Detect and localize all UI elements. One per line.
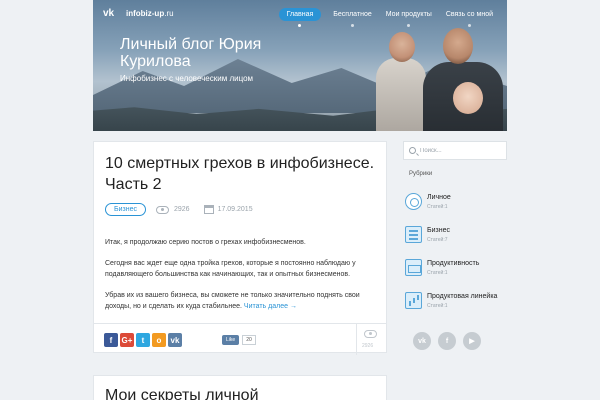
category-item-personal[interactable]: Личное Статей:1 xyxy=(405,193,515,217)
like-button[interactable]: Like xyxy=(222,335,240,345)
post-title[interactable]: 10 смертных грехов в инфобизнесе. Часть … xyxy=(105,153,385,195)
excerpt-paragraph-1: Итак, я продолжаю серию постов о грехах … xyxy=(105,239,306,246)
photo-baby xyxy=(453,82,483,114)
nav-item-home[interactable]: Главная xyxy=(278,8,322,27)
category-count: Статей:1 xyxy=(427,270,448,276)
vk-social-button[interactable]: vk xyxy=(413,332,431,350)
nav-item-contact[interactable]: Связь со мной xyxy=(445,11,493,27)
site-name-main: infobiz-up xyxy=(126,9,165,18)
nav-item-products[interactable]: Мои продукты xyxy=(385,11,432,27)
category-text: Продуктовая линейка Статей:1 xyxy=(427,293,497,309)
category-text: Личное Статей:1 xyxy=(427,194,451,210)
google-plus-share-button[interactable]: G+ xyxy=(120,333,134,347)
site-name-suffix: .ru xyxy=(164,9,174,18)
odnoklassniki-icon: о xyxy=(156,335,162,345)
facebook-share-button[interactable]: f xyxy=(104,333,118,347)
post-card: 10 смертных грехов в инфобизнесе. Часть … xyxy=(93,141,387,355)
nav-item-free[interactable]: Бесплатное xyxy=(333,11,372,27)
hero-header: vk infobiz-up.ru Главная Бесплатное Мои … xyxy=(93,0,507,131)
vk-logo-icon[interactable]: vk xyxy=(103,8,114,19)
youtube-icon: ▶ xyxy=(469,338,475,345)
post-date: 17.09.2015 xyxy=(217,206,253,213)
excerpt-paragraph-3-text: Убрав их из вашего бизнеса, вы сможете н… xyxy=(105,292,360,310)
post-meta: Бизнес 2926 17.09.2015 xyxy=(105,203,253,216)
twitter-share-button[interactable]: t xyxy=(136,333,150,347)
vk-icon: vk xyxy=(170,335,180,345)
post-title-2[interactable]: Мои секреты личной xyxy=(105,387,259,400)
search-icon xyxy=(409,147,416,154)
business-category-icon xyxy=(405,226,422,243)
photo-woman-head xyxy=(389,32,415,62)
category-name: Бизнес xyxy=(427,227,450,234)
views-icon xyxy=(155,205,169,214)
post-card-2: Мои секреты личной xyxy=(93,375,387,400)
excerpt-paragraph-2: Сегодня вас ждет еще одна тройка грехов,… xyxy=(105,260,356,278)
post-excerpt: Итак, я продолжаю серию постов о грехах … xyxy=(105,237,375,322)
nav-item-products-label: Мои продукты xyxy=(385,11,432,18)
category-text: Продуктивность Статей:1 xyxy=(427,260,479,276)
footer-divider xyxy=(356,324,357,355)
facebook-icon: f xyxy=(109,335,113,345)
twitter-icon: t xyxy=(141,335,145,345)
blog-subtitle: Инфобизнес с человеческим лицом xyxy=(120,74,254,83)
vk-share-button[interactable]: vk xyxy=(168,333,182,347)
product-line-category-icon xyxy=(405,292,422,309)
facebook-social-button[interactable]: f xyxy=(438,332,456,350)
productivity-category-icon xyxy=(405,259,422,276)
read-more-link[interactable]: Читать далее → xyxy=(244,303,297,310)
category-item-product-line[interactable]: Продуктовая линейка Статей:1 xyxy=(405,292,515,316)
top-navigation-bar: vk infobiz-up.ru Главная Бесплатное Мои … xyxy=(93,0,507,28)
search-input[interactable] xyxy=(420,145,504,157)
personal-category-icon xyxy=(405,193,422,210)
category-tag[interactable]: Бизнес xyxy=(105,203,146,216)
youtube-social-button[interactable]: ▶ xyxy=(463,332,481,350)
nav-dot-icon xyxy=(467,24,471,27)
vk-like-widget[interactable]: Like 20 xyxy=(222,335,256,345)
google-plus-icon: G+ xyxy=(121,335,133,345)
category-text: Бизнес Статей:7 xyxy=(427,227,450,243)
category-item-productivity[interactable]: Продуктивность Статей:1 xyxy=(405,259,515,283)
nav-dot-icon xyxy=(407,24,411,27)
eye-icon xyxy=(364,330,377,338)
category-count: Статей:7 xyxy=(427,237,448,243)
facebook-icon: f xyxy=(445,337,449,345)
category-name: Личное xyxy=(427,194,451,201)
post-footer: f G+ t о vk Like 20 2926 xyxy=(94,323,386,355)
share-buttons: f G+ t о vk xyxy=(104,333,184,347)
nav-item-contact-label: Связь со мной xyxy=(445,11,493,18)
category-count: Статей:1 xyxy=(427,204,448,210)
nav-dot-icon xyxy=(351,24,355,27)
vk-icon: vk xyxy=(418,337,426,345)
calendar-icon xyxy=(203,205,214,214)
social-links: vk f ▶ xyxy=(413,332,488,350)
excerpt-paragraph-3: Убрав их из вашего бизнеса, вы сможете н… xyxy=(105,290,375,312)
category-count: Статей:1 xyxy=(427,303,448,309)
category-item-business[interactable]: Бизнес Статей:7 xyxy=(405,226,515,250)
site-name[interactable]: infobiz-up.ru xyxy=(126,9,174,18)
main-nav: Главная Бесплатное Мои продукты Связь со… xyxy=(278,8,507,27)
nav-item-free-label: Бесплатное xyxy=(333,11,372,18)
photo-man-head xyxy=(443,28,473,64)
search-box xyxy=(403,141,507,160)
photo-woman-body xyxy=(376,58,426,131)
views-count: 2926 xyxy=(173,206,190,213)
category-name: Продуктивность xyxy=(427,260,480,267)
odnoklassniki-share-button[interactable]: о xyxy=(152,333,166,347)
like-count: 20 xyxy=(242,335,256,345)
categories-heading: Рубрики xyxy=(409,171,433,177)
footer-views-count: 2926 xyxy=(362,343,374,349)
blog-title: Личный блог Юрия Курилова xyxy=(120,36,262,70)
category-name: Продуктовая линейка xyxy=(427,293,498,300)
